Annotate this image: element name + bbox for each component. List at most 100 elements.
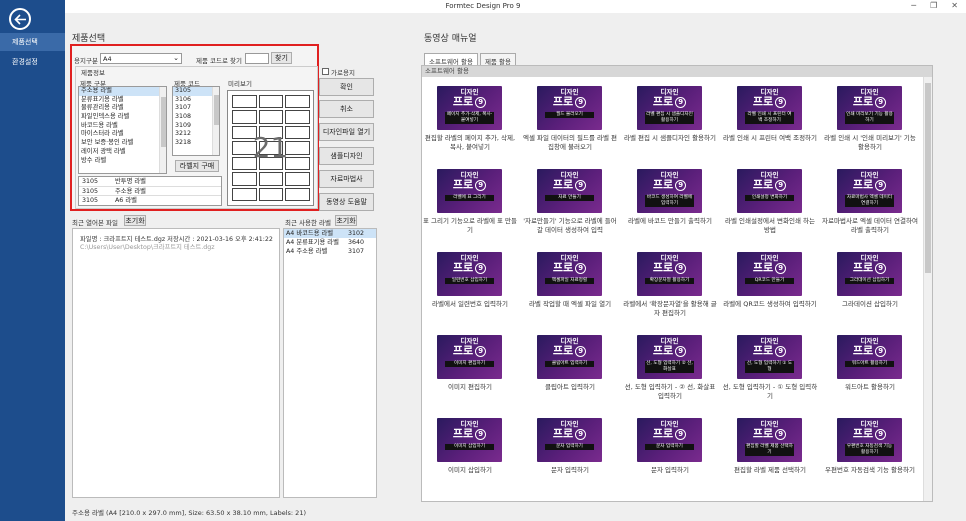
recent-files-list[interactable]: 파일명 : 크라프트지 테스트.dgz 저장시간 : 2021-03-16 오후…: [72, 228, 280, 498]
video-thumbnail[interactable]: 디자인 프로 9 인쇄설정 변화하기: [737, 169, 802, 213]
sidebar-item-product-select[interactable]: 제품선택: [0, 33, 65, 51]
list-item[interactable]: 파일인덱스용 라벨: [79, 113, 166, 122]
video-card[interactable]: 디자인 프로 9 페이지 추가·삭제, 복사·붙여넣기 편집할 라벨의 페이지 추가, …: [422, 86, 518, 166]
video-thumbnail[interactable]: 디자인 프로 9 문자 입력하기: [537, 418, 602, 462]
video-thumbnail[interactable]: 디자인 프로 9 편집할 라벨 제품 선택하기: [737, 418, 802, 462]
video-card[interactable]: 디자인 프로 9 워드아트 활용하기 워드아트 활용하기: [822, 335, 918, 415]
recent-labels-reset-button[interactable]: 초기화: [335, 215, 357, 226]
table-row[interactable]: 3105 반투명 라벨: [79, 177, 221, 187]
video-thumbnail[interactable]: 디자인 프로 9 자료마법사 엑셀 데이터 연결하기: [837, 169, 902, 213]
list-item[interactable]: 마이스터라 라벨: [79, 130, 166, 139]
buy-label-button[interactable]: 라벨지 구매: [175, 160, 219, 172]
video-card[interactable]: 디자인 프로 9 문자 입력하기 문자 입력하기: [522, 418, 618, 498]
video-thumbnail[interactable]: 디자인 프로 9 우편번호 자동검색 기능 활용하기: [837, 418, 902, 462]
video-thumbnail[interactable]: 디자인 프로 9 선, 도형 입력하기 ① 도형: [737, 335, 802, 379]
video-card[interactable]: 디자인 프로 9 일련번호 삽입하기라벨에서 일련번호 입력하기: [422, 252, 518, 332]
video-card[interactable]: 디자인 프로 9 확장문자열 활용하기 라벨에서 '확장문자열'을 활용해 글자 편집하…: [622, 252, 718, 332]
confirm-button[interactable]: 확인: [319, 78, 374, 96]
video-card[interactable]: 디자인 프로 9 자료 만들기 '자료만들기' 기능으로 라벨에 들어갈 데이터 생성하…: [522, 169, 618, 249]
nine-badge-icon: 9: [875, 179, 887, 191]
video-thumbnail[interactable]: 디자인 프로 9 선, 도형 입력하기 ② 선, 화살표: [637, 335, 702, 379]
video-card[interactable]: 디자인 프로 9 이미지 삽입하기 이미지 삽입하기: [422, 418, 518, 498]
video-thumbnail[interactable]: 디자인 프로 9 이미지 삽입하기: [437, 418, 502, 462]
cancel-button[interactable]: 취소: [319, 100, 374, 118]
back-arrow-icon[interactable]: [9, 8, 31, 30]
video-thumbnail[interactable]: 디자인 프로 9 일련번호 삽입하기: [437, 252, 502, 296]
video-card[interactable]: 디자인 프로 9 클립아트 입력하기 클립아트 입력하기: [522, 335, 618, 415]
video-thumbnail[interactable]: 디자인 프로 9 엑셀파일 자료정렬: [537, 252, 602, 296]
video-thumbnail[interactable]: 디자인 프로 9 페이지 추가·삭제, 복사·붙여넣기: [437, 86, 502, 130]
video-card[interactable]: 디자인 프로 9 이미지 편집하기 이미지 편집하기: [422, 335, 518, 415]
code-list[interactable]: 3105 3106 3107 3108 3109 3212 3218: [172, 86, 220, 156]
video-caption: 라벨 인쇄설정에서 변화인쇄 하는 방법: [725, 217, 815, 234]
table-row[interactable]: A4 주소용 라벨 3107: [284, 247, 376, 256]
video-thumbnail[interactable]: 디자인 프로 9 문자 입력하기: [637, 418, 702, 462]
video-thumbnail[interactable]: 디자인 프로 9 라벨에 표 그리기: [437, 169, 502, 213]
restore-button[interactable]: ❐: [930, 1, 937, 10]
video-thumbnail[interactable]: 디자인 프로 9 QR코드 만들기: [737, 252, 802, 296]
video-scrollbar[interactable]: [923, 77, 932, 501]
close-button[interactable]: ✕: [951, 1, 958, 10]
scrollbar[interactable]: [212, 87, 219, 155]
list-item[interactable]: 보안 보증·봉인 라벨: [79, 139, 166, 148]
video-thumbnail[interactable]: 디자인 프로 9 라벨 편집 시 샘플디자인 활용하기: [637, 86, 702, 130]
video-card[interactable]: 디자인 프로 9 선, 도형 입력하기 ② 선, 화살표 선, 도형 입력하기 - ② …: [622, 335, 718, 415]
video-card[interactable]: 디자인 프로 9 그라데이션 삽입하기 그라데이션 삽입하기: [822, 252, 918, 332]
list-item[interactable]: 물류관리용 라벨: [79, 104, 166, 113]
open-design-file-button[interactable]: 디자인파일 열기: [319, 123, 374, 141]
video-thumbnail[interactable]: 디자인 프로 9 워드아트 활용하기: [837, 335, 902, 379]
video-caption: 편집할 라벨 제품 선택하기: [734, 466, 806, 474]
video-thumbnail[interactable]: 디자인 프로 9 바코드 생성하여 라벨에 입력하기: [637, 169, 702, 213]
video-card[interactable]: 디자인 프로 9 우편번호 자동검색 기능 활용하기 우편번호 자동검색 기능 활용하기: [822, 418, 918, 498]
video-card[interactable]: 디자인 프로 9 바코드 생성하여 라벨에 입력하기 라벨에 바코드 만들기 출력하기: [622, 169, 718, 249]
table-row[interactable]: A4 바코드용 라벨 3102: [284, 229, 376, 238]
scrollbar[interactable]: [159, 87, 166, 173]
category-list[interactable]: 주소용 라벨 분류표기용 라벨 물류관리용 라벨 파일인덱스용 라벨 바코드용 …: [78, 86, 167, 174]
video-card[interactable]: 디자인 프로 9 인쇄설정 변화하기라벨 인쇄설정에서 변화인쇄 하는 방법: [722, 169, 818, 249]
video-banner: 문자 입력하기: [645, 444, 694, 450]
video-card[interactable]: 디자인 프로 9 라벨에 표 그리기 표 그리기 기능으로 라벨에 표 만들기: [422, 169, 518, 249]
video-card[interactable]: 디자인 프로 9 편집할 라벨 제품 선택하기편집할 라벨 제품 선택하기: [722, 418, 818, 498]
video-thumbnail[interactable]: 디자인 프로 9 인쇄 미리보기 기능 활용하기: [837, 86, 902, 130]
table-row[interactable]: A4 분류표기용 라벨 3640: [284, 238, 376, 247]
video-card[interactable]: 디자인 프로 9 문자 입력하기 문자 입력하기: [622, 418, 718, 498]
video-thumbnail[interactable]: 디자인 프로 9 필드 불러오기: [537, 86, 602, 130]
video-card[interactable]: 디자인 프로 9 엑셀파일 자료정렬 라벨 작업할 때 엑셀 파일 열기: [522, 252, 618, 332]
list-item[interactable]: 주소용 라벨: [79, 87, 166, 96]
recent-labels-list[interactable]: A4 바코드용 라벨 3102 A4 분류표기용 라벨 3640 A4 주소용 라벨…: [283, 228, 377, 498]
video-card[interactable]: 디자인 프로 9 라벨 인쇄 시 프린터 여백 조정하기 라벨 인쇄 시 프린터 여백 …: [722, 86, 818, 166]
video-card[interactable]: 디자인 프로 9 라벨 편집 시 샘플디자인 활용하기 라벨 편집 시 샘플디자인 활용…: [622, 86, 718, 166]
video-thumbnail[interactable]: 디자인 프로 9 라벨 인쇄 시 프린터 여백 조정하기: [737, 86, 802, 130]
video-card[interactable]: 디자인 프로 9 필드 불러오기 엑셀 파일 데이터의 필드를 라벨 편집창에 불러오기: [522, 86, 618, 166]
video-card[interactable]: 디자인 프로 9 자료마법사 엑셀 데이터 연결하기 자료마법사로 엑셀 데이터 연결하…: [822, 169, 918, 249]
video-thumbnail[interactable]: 디자인 프로 9 그라데이션 삽입하기: [837, 252, 902, 296]
paper-type-label: 용지구분: [74, 57, 98, 65]
landscape-checkbox[interactable]: [322, 68, 329, 75]
video-caption: 라벨에서 일련번호 입력하기: [432, 300, 508, 308]
table-row[interactable]: 3105 주소용 라벨: [79, 187, 221, 196]
table-row[interactable]: 3105 A6 라벨: [79, 196, 221, 206]
video-card[interactable]: 디자인 프로 9 인쇄 미리보기 기능 활용하기 라벨 인쇄 시 '인쇄 미리보기' 기…: [822, 86, 918, 166]
nine-badge-icon: 9: [675, 345, 687, 357]
sample-design-button[interactable]: 샘플디자인: [319, 147, 374, 165]
video-thumbnail[interactable]: 디자인 프로 9 확장문자열 활용하기: [637, 252, 702, 296]
sidebar-item-settings[interactable]: 환경설정: [0, 53, 65, 71]
video-card[interactable]: 디자인 프로 9 QR코드 만들기 라벨에 QR코드 생성하여 입력하기: [722, 252, 818, 332]
code-search-input[interactable]: [245, 53, 269, 64]
list-item[interactable]: 레이저 광택 라벨: [79, 148, 166, 157]
list-item[interactable]: 방수 라벨: [79, 157, 166, 166]
video-thumbnail[interactable]: 디자인 프로 9 자료 만들기: [537, 169, 602, 213]
video-banner: 자료마법사 엑셀 데이터 연결하기: [845, 195, 894, 207]
minimize-button[interactable]: ─: [911, 1, 916, 10]
video-card[interactable]: 디자인 프로 9 선, 도형 입력하기 ① 도형 선, 도형 입력하기 - ① 도형 입…: [722, 335, 818, 415]
nine-badge-icon: 9: [675, 96, 687, 108]
find-button[interactable]: 찾기: [271, 52, 292, 64]
data-wizard-button[interactable]: 자료마법사: [319, 170, 374, 188]
video-banner: 인쇄설정 변화하기: [745, 195, 794, 201]
paper-type-select[interactable]: A4 ⌄: [100, 53, 182, 64]
recent-files-reset-button[interactable]: 초기화: [124, 215, 146, 226]
video-help-button[interactable]: 동영상 도움말: [319, 193, 374, 211]
video-thumbnail[interactable]: 디자인 프로 9 이미지 편집하기: [437, 335, 502, 379]
video-banner: 인쇄 미리보기 기능 활용하기: [845, 112, 894, 124]
video-thumbnail[interactable]: 디자인 프로 9 클립아트 입력하기: [537, 335, 602, 379]
